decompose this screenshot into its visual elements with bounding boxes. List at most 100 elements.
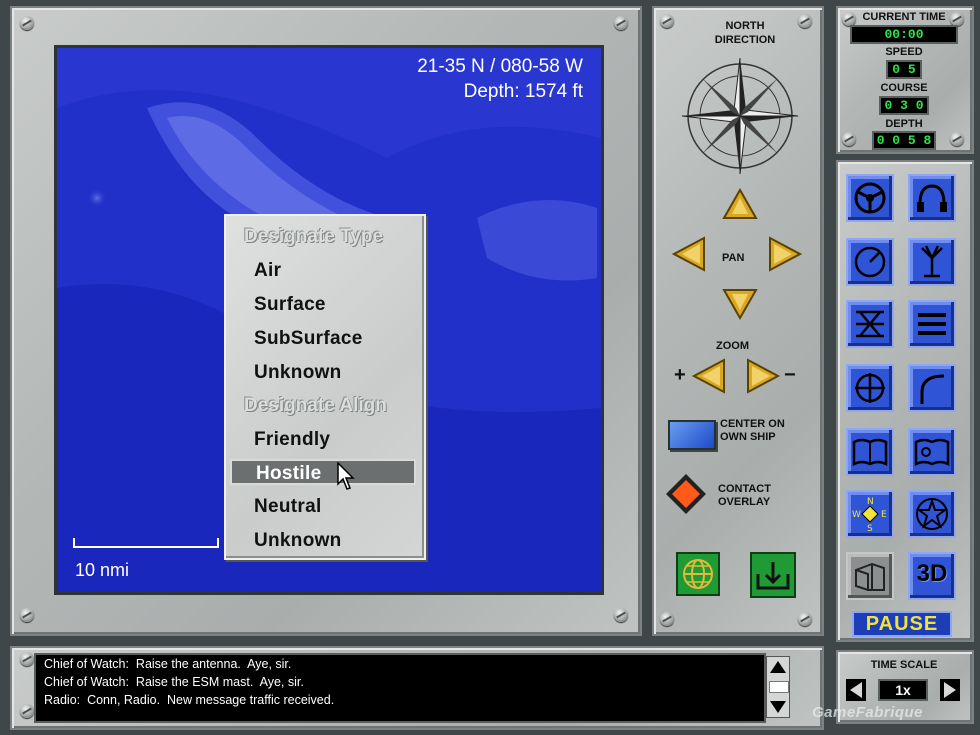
depth-label: DEPTH (885, 118, 923, 130)
download-button[interactable] (750, 552, 796, 598)
screw-icon (798, 14, 812, 28)
time-scale-increase-button[interactable] (940, 679, 960, 701)
orders-book-icon (914, 438, 950, 467)
contact-label-2: OVERLAY (718, 496, 771, 508)
position-readout: 21-35 N / 080-58 W (417, 56, 583, 77)
time-scale-label: TIME SCALE (870, 659, 938, 671)
steering-wheel-icon (854, 182, 886, 214)
center-label-1: CENTER ON (720, 418, 785, 430)
menu-header-designate-type: Designate Type (244, 226, 384, 247)
pause-button[interactable]: PAUSE (852, 611, 952, 637)
contact-overlay-button[interactable] (664, 472, 708, 516)
pan-down-button[interactable] (722, 288, 758, 320)
esm-station-button[interactable] (908, 238, 956, 286)
menu-item-unknown-type[interactable]: Unknown (254, 362, 342, 384)
globe-icon (683, 559, 713, 589)
north-label: NORTH (725, 20, 765, 32)
message-scrollbar[interactable] (766, 656, 790, 718)
pan-up-button[interactable] (722, 188, 758, 220)
center-label-2: OWN SHIP (720, 431, 776, 443)
screw-icon (20, 16, 34, 30)
scroll-up-icon[interactable] (767, 657, 789, 677)
scale-bar (73, 538, 219, 548)
scroll-thumb[interactable] (769, 681, 789, 693)
screw-icon (660, 14, 674, 28)
menu-item-friendly[interactable]: Friendly (254, 429, 330, 451)
helm-station-button[interactable] (846, 174, 894, 222)
screw-icon (20, 608, 34, 622)
headphones-icon (917, 184, 947, 212)
navigation-station-button[interactable]: N SW E (846, 490, 894, 538)
message-line: Chief of Watch: Raise the antenna. Aye, … (44, 657, 292, 671)
menu-item-surface[interactable]: Surface (254, 294, 326, 316)
scroll-down-icon[interactable] (767, 697, 789, 717)
message-log: Chief of Watch: Raise the antenna. Aye, … (34, 653, 766, 723)
designate-context-menu: Designate Type Air Surface SubSurface Un… (224, 214, 426, 560)
list-icon (918, 313, 946, 335)
zoom-label: ZOOM (716, 340, 749, 352)
svg-text:N: N (867, 497, 874, 507)
time-scale-value: 1x (878, 679, 928, 701)
center-on-own-ship-button[interactable] (668, 420, 716, 450)
direction-label: DIRECTION (714, 34, 776, 46)
signal-burst-icon (921, 245, 943, 278)
mission-orders-button[interactable] (908, 428, 956, 476)
screw-icon (614, 16, 628, 30)
3d-view-button[interactable]: 3D (908, 552, 956, 600)
star-badge-icon (916, 497, 948, 530)
screw-icon (20, 704, 34, 718)
screw-icon (950, 132, 964, 146)
zoom-in-symbol: + (674, 364, 686, 386)
sonar-station-button[interactable] (908, 174, 956, 222)
open-book-icon (852, 438, 888, 467)
rank-station-button[interactable] (908, 490, 956, 538)
mouse-cursor-icon (337, 462, 355, 490)
svg-text:S: S (867, 524, 873, 532)
contact-list-button[interactable] (908, 300, 956, 348)
course-value: 0 3 0 (879, 96, 929, 115)
3d-label: 3D (916, 560, 948, 587)
arrow-down-icon (756, 562, 790, 590)
pan-left-button[interactable] (672, 236, 706, 272)
current-time-value: 00:00 (850, 25, 958, 44)
compass-nsew-icon: N SW E (852, 497, 887, 532)
pan-label: PAN (722, 252, 745, 264)
depth-readout: Depth: 1574 ft (463, 81, 583, 102)
speed-value: 0 5 (886, 60, 922, 79)
screw-icon (798, 612, 812, 626)
current-time-label: CURRENT TIME (862, 11, 946, 23)
torpedo-tubes-icon (856, 310, 884, 338)
screw-icon (660, 612, 674, 626)
crosshair-icon (855, 373, 885, 403)
hull-view-icon (855, 562, 885, 591)
external-view-button[interactable] (846, 552, 894, 600)
pan-right-button[interactable] (768, 236, 802, 272)
plot-station-button[interactable] (908, 364, 956, 412)
ship-reference-button[interactable] (846, 428, 894, 476)
compass-rose-icon[interactable] (680, 56, 800, 176)
menu-item-subsurface[interactable]: SubSurface (254, 328, 363, 350)
message-line: Chief of Watch: Raise the ESM mast. Aye,… (44, 675, 304, 689)
menu-item-hostile[interactable]: Hostile (230, 459, 416, 485)
gauge-icon (854, 246, 886, 278)
message-line: Radio: Conn, Radio. New message traffic … (44, 693, 335, 707)
course-label: COURSE (880, 82, 928, 94)
time-scale-decrease-button[interactable] (846, 679, 866, 701)
contact-label-1: CONTACT (718, 483, 771, 495)
screw-icon (614, 608, 628, 622)
curve-plot-icon (920, 374, 945, 404)
periscope-station-button[interactable] (846, 238, 894, 286)
globe-view-button[interactable] (676, 552, 720, 596)
zoom-out-symbol: − (784, 364, 796, 386)
menu-item-neutral[interactable]: Neutral (254, 496, 322, 518)
speed-label: SPEED (885, 46, 923, 58)
svg-text:E: E (881, 510, 887, 520)
scale-label: 10 nmi (75, 560, 130, 580)
menu-item-air[interactable]: Air (254, 260, 281, 282)
menu-item-unknown-align[interactable]: Unknown (254, 530, 342, 552)
depth-value: 0 0 5 8 (872, 131, 936, 150)
zoom-out-button[interactable] (746, 358, 782, 394)
weapons-station-button[interactable] (846, 300, 894, 348)
zoom-in-button[interactable] (692, 358, 728, 394)
targeting-station-button[interactable] (846, 364, 894, 412)
